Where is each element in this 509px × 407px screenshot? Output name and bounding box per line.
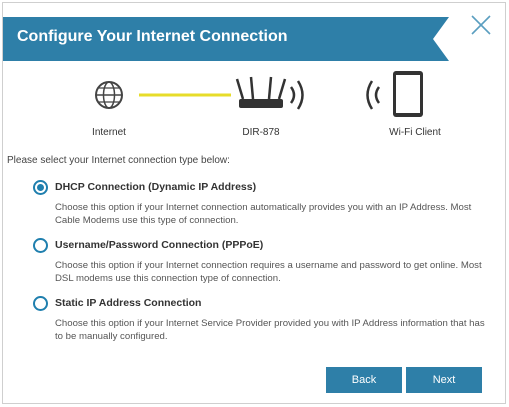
- back-button[interactable]: Back: [326, 367, 402, 393]
- option-pppoe-title[interactable]: Username/Password Connection (PPPoE): [55, 239, 263, 251]
- option-dhcp-title[interactable]: DHCP Connection (Dynamic IP Address): [55, 181, 256, 193]
- option-static-ip-title[interactable]: Static IP Address Connection: [55, 297, 201, 309]
- internet-label: Internet: [92, 127, 126, 138]
- option-pppoe-description: Choose this option if your Internet conn…: [55, 260, 482, 284]
- connection-type-prompt: Please select your Internet connection t…: [7, 155, 230, 166]
- option-static-ip-description: Choose this option if your Internet Serv…: [55, 318, 485, 342]
- router-icon: [235, 76, 287, 108]
- wizard-dialog: Configure Your Internet Connection Inter…: [2, 2, 506, 404]
- tablet-icon: [393, 71, 423, 117]
- next-button[interactable]: Next: [406, 367, 482, 393]
- signal-waves-icon: [289, 80, 304, 110]
- close-icon[interactable]: [469, 13, 493, 37]
- dialog-title: Configure Your Internet Connection: [17, 28, 288, 45]
- option-dhcp-description: Choose this option if your Internet conn…: [55, 202, 472, 226]
- globe-icon: [95, 81, 123, 109]
- client-label: Wi-Fi Client: [389, 127, 441, 138]
- router-label: DIR-878: [242, 127, 280, 138]
- radio-static-ip[interactable]: [33, 296, 48, 311]
- radio-dhcp[interactable]: [33, 180, 48, 195]
- client-signal-icon: [366, 80, 381, 110]
- title-banner: Configure Your Internet Connection: [3, 17, 463, 61]
- connection-diagram: Internet DIR-878 Wi-Fi Client: [3, 69, 507, 149]
- radio-pppoe[interactable]: [33, 238, 48, 253]
- diagram-graphics: [95, 71, 423, 117]
